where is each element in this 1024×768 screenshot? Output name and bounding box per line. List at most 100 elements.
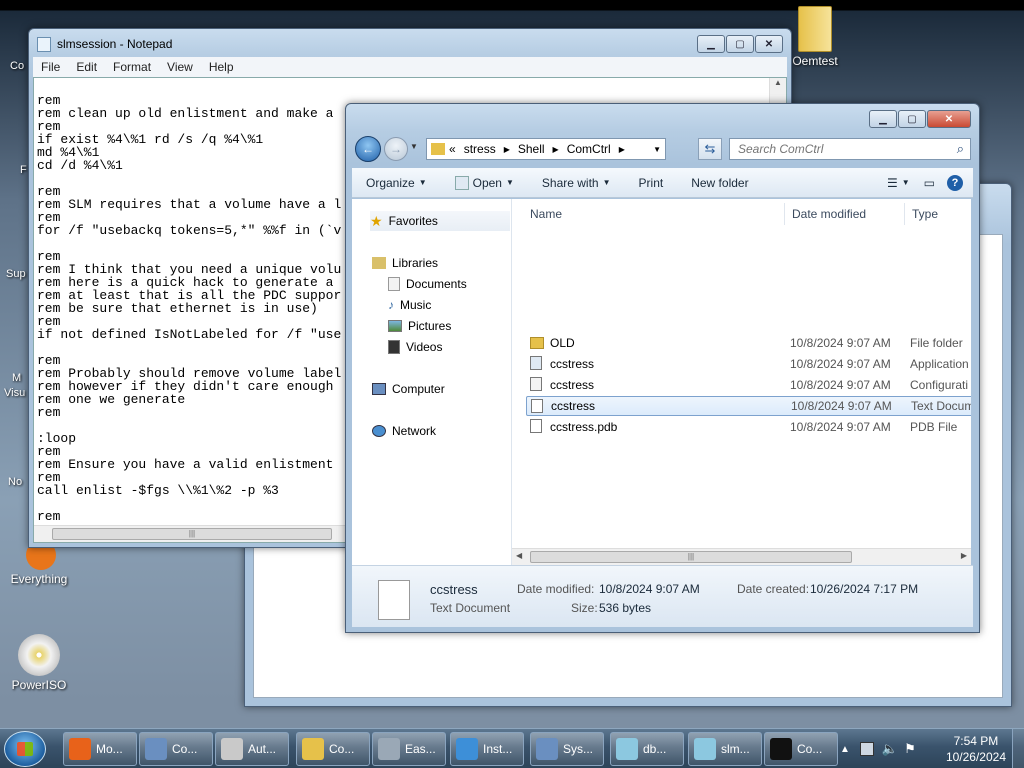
- taskbar-button[interactable]: Co...: [764, 732, 838, 766]
- taskbar-button[interactable]: Mo...: [63, 732, 137, 766]
- address-dropdown-icon[interactable]: ▼: [649, 145, 665, 154]
- config-file-icon: [530, 377, 542, 391]
- open-button[interactable]: Open ▼: [441, 175, 528, 190]
- horizontal-scrollbar[interactable]: ◀ ||| ▶: [512, 548, 971, 565]
- scroll-up-arrow-icon[interactable]: ▲: [770, 78, 786, 87]
- close-button[interactable]: ✕: [755, 35, 783, 53]
- nav-documents[interactable]: Documents: [388, 274, 467, 294]
- file-row[interactable]: ccstress 10/8/2024 9:07 AM Configurati: [526, 375, 971, 395]
- taskbar-button[interactable]: Co...: [139, 732, 213, 766]
- new-folder-button[interactable]: New folder: [677, 176, 762, 190]
- nav-network[interactable]: Network: [372, 421, 436, 441]
- desktop-partial-label: M: [12, 372, 22, 384]
- volume-muted-icon[interactable]: 🔈: [882, 741, 898, 757]
- desktop-icon-poweriso[interactable]: PowerISO: [4, 634, 74, 692]
- desktop-icon-label: Oemtest: [792, 54, 838, 68]
- show-desktop-button[interactable]: [1012, 729, 1024, 768]
- taskbar-button-label: Co...: [329, 742, 355, 756]
- menu-format[interactable]: Format: [105, 57, 159, 77]
- nav-music[interactable]: ♪ Music: [388, 295, 431, 315]
- breadcrumb-shell[interactable]: Shell: [514, 142, 549, 156]
- search-input[interactable]: [730, 139, 940, 159]
- file-row[interactable]: ccstress.pdb 10/8/2024 9:07 AM PDB File: [526, 417, 971, 437]
- nav-computer[interactable]: Computer: [372, 379, 445, 399]
- scroll-thumb[interactable]: |||: [52, 528, 332, 540]
- menu-file[interactable]: File: [33, 57, 68, 77]
- firefox-icon: [69, 738, 91, 760]
- nav-pictures[interactable]: Pictures: [388, 316, 451, 336]
- taskbar-button-label: Eas...: [405, 742, 436, 756]
- file-row-selected[interactable]: ccstress 10/8/2024 9:07 AM Text Docum: [526, 396, 971, 416]
- print-button[interactable]: Print: [625, 176, 678, 190]
- column-header-type[interactable]: Type: [906, 207, 938, 225]
- preview-pane-button[interactable]: ▭: [916, 176, 943, 190]
- computer-icon: [372, 383, 386, 395]
- desktop-partial-label: Sup: [6, 268, 26, 280]
- column-header-name[interactable]: Name: [524, 207, 562, 225]
- taskbar-button[interactable]: Eas...: [372, 732, 446, 766]
- taskbar-button-label: Sys...: [563, 742, 594, 756]
- search-icon[interactable]: ⌕: [957, 141, 964, 157]
- refresh-button[interactable]: ⇆: [698, 138, 722, 160]
- disc-icon: [18, 634, 60, 676]
- horizontal-scrollbar[interactable]: |||: [34, 525, 354, 542]
- cmd-icon: [770, 738, 792, 760]
- computer-icon: [145, 738, 167, 760]
- taskbar-button[interactable]: slm...: [688, 732, 762, 766]
- menu-view[interactable]: View: [159, 57, 201, 77]
- taskbar-button[interactable]: Aut...: [215, 732, 289, 766]
- desktop-partial-label: Visu: [4, 387, 26, 399]
- minimize-button[interactable]: ▁: [869, 110, 897, 128]
- nav-favorites[interactable]: ★ Favorites: [370, 211, 510, 231]
- notepad-icon: [694, 738, 716, 760]
- column-header-date-modified[interactable]: Date modified: [786, 207, 866, 225]
- breadcrumb-overflow[interactable]: «: [445, 142, 460, 156]
- app-icon: [378, 738, 400, 760]
- explorer-window[interactable]: ▁ ▢ ✕ ← → ▼ « stress ▶ Shell ▶ ComCtrl ▶ ▼ …: [345, 103, 980, 633]
- network-tray-icon[interactable]: [859, 742, 874, 756]
- open-icon: [454, 175, 469, 190]
- share-with-button[interactable]: Share with ▼: [528, 176, 625, 190]
- taskbar-button[interactable]: Inst...: [450, 732, 524, 766]
- back-button[interactable]: ←: [355, 136, 381, 162]
- music-icon: ♪: [388, 298, 394, 312]
- nav-videos[interactable]: Videos: [388, 337, 442, 357]
- taskbar: Mo... Co... Aut... Co... Eas... Inst... Sys...…: [0, 728, 1024, 768]
- menu-edit[interactable]: Edit: [68, 57, 105, 77]
- file-row[interactable]: ccstress 10/8/2024 9:07 AM Application: [526, 354, 971, 374]
- maximize-button[interactable]: ▢: [726, 35, 754, 53]
- recent-pages-dropdown[interactable]: ▼: [410, 142, 418, 151]
- file-row[interactable]: OLD 10/8/2024 9:07 AM File folder: [526, 333, 971, 353]
- folder-icon: [302, 738, 324, 760]
- breadcrumb-comctrl[interactable]: ComCtrl: [563, 142, 615, 156]
- star-icon: ★: [370, 212, 383, 229]
- details-pane: ccstress Text Document Date modified: 10…: [352, 565, 973, 627]
- taskbar-button[interactable]: db...: [610, 732, 684, 766]
- show-hidden-icons-icon[interactable]: ▲: [840, 744, 850, 755]
- taskbar-button-label: slm...: [721, 742, 750, 756]
- clock[interactable]: 7:54 PM 10/26/2024: [946, 733, 1006, 765]
- organize-button[interactable]: Organize ▼: [352, 176, 441, 190]
- address-bar[interactable]: « stress ▶ Shell ▶ ComCtrl ▶ ▼: [426, 138, 666, 160]
- taskbar-button[interactable]: Sys...: [530, 732, 604, 766]
- close-button[interactable]: ✕: [927, 110, 971, 128]
- breadcrumb-stress[interactable]: stress: [460, 142, 500, 156]
- forward-button[interactable]: →: [384, 137, 408, 161]
- scroll-thumb[interactable]: |||: [530, 551, 852, 563]
- nav-libraries[interactable]: Libraries: [372, 253, 438, 273]
- folder-icon: [798, 6, 832, 52]
- scroll-left-arrow-icon[interactable]: ◀: [516, 551, 522, 560]
- printer-icon: [221, 738, 243, 760]
- view-options-button[interactable]: ☰ ▼: [881, 176, 916, 190]
- taskbar-button[interactable]: Co...: [296, 732, 370, 766]
- windows-logo-icon: [17, 742, 33, 756]
- scroll-right-arrow-icon[interactable]: ▶: [961, 551, 967, 560]
- maximize-button[interactable]: ▢: [898, 110, 926, 128]
- search-box[interactable]: ⌕: [729, 138, 971, 160]
- action-center-flag-icon[interactable]: ⚑: [904, 741, 916, 757]
- application-icon: [530, 356, 542, 370]
- help-button[interactable]: ?: [943, 174, 973, 191]
- minimize-button[interactable]: ▁: [697, 35, 725, 53]
- start-button[interactable]: [4, 731, 46, 767]
- menu-help[interactable]: Help: [201, 57, 242, 77]
